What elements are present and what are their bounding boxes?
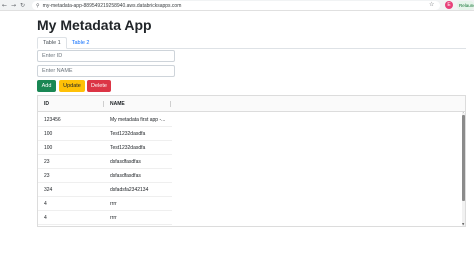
table-row[interactable]: 100 Test1232dasdfa	[38, 127, 172, 141]
cell-id: 23	[44, 173, 50, 179]
cell-name: Test1232dasdfa	[110, 131, 146, 137]
reload-icon[interactable]: ↻	[18, 0, 27, 11]
url-text: my-metadata-app-889549219258940.aws.data…	[42, 2, 182, 9]
cell-name: dsfadsfa2342134	[110, 187, 149, 193]
cell-name: dsfasdfasdfas	[110, 159, 141, 165]
delete-button[interactable]: Delete	[87, 80, 111, 92]
tab-table-2[interactable]: Table 2	[67, 37, 95, 49]
column-header-id[interactable]: ID	[44, 96, 49, 112]
grid-header: ID NAME	[38, 96, 465, 112]
cell-name: rrrr	[110, 201, 117, 207]
bookmark-star-icon[interactable]: ☆	[429, 1, 434, 8]
table-row[interactable]: 4 rrrr	[38, 211, 172, 225]
id-input[interactable]	[37, 50, 175, 62]
cell-name: rrrr	[110, 215, 117, 221]
table-row[interactable]: 324 dsfadsfa2342134	[38, 183, 172, 197]
data-grid: ID NAME 123456 My metadata first app -..…	[37, 95, 466, 227]
column-resize-handle[interactable]	[170, 101, 171, 107]
cell-id: 100	[44, 131, 53, 137]
cell-id: 4	[44, 201, 47, 207]
vertical-scrollbar[interactable]	[462, 113, 465, 226]
tab-bar: Table 1 Table 2	[37, 37, 466, 49]
column-resize-handle[interactable]	[103, 101, 104, 107]
tab-table-1[interactable]: Table 1	[37, 37, 67, 49]
table-row[interactable]: 4 rrrr	[38, 197, 172, 211]
name-input[interactable]	[37, 65, 175, 77]
site-info-icon[interactable]: ⚲	[36, 3, 40, 9]
table-row[interactable]: 23 dsfasdfasdfas	[38, 169, 172, 183]
page-title: My Metadata App	[37, 17, 152, 33]
scrollbar-thumb[interactable]	[462, 115, 465, 201]
scroll-down-arrow-icon[interactable]: ▼	[462, 222, 464, 226]
cell-id: 23	[44, 159, 50, 165]
add-button[interactable]: Add	[37, 80, 56, 92]
table-row[interactable]: 23 dsfasdfasdfas	[38, 155, 172, 169]
cell-name: dsfasdfasdfas	[110, 173, 141, 179]
table-row[interactable]: 100 Test1232dasdfa	[38, 141, 172, 155]
relaunch-button[interactable]: Relaunc	[457, 1, 474, 10]
update-button[interactable]: Update	[59, 80, 85, 92]
cell-id: 324	[44, 187, 53, 193]
cell-name: My metadata first app -...	[110, 117, 166, 123]
cell-id: 4	[44, 215, 47, 221]
address-bar[interactable]: ⚲ my-metadata-app-889549219258940.aws.da…	[32, 1, 440, 10]
cell-id: 100	[44, 145, 53, 151]
back-icon[interactable]: ←	[0, 0, 9, 11]
column-header-name[interactable]: NAME	[110, 96, 125, 112]
browser-toolbar: ← → ↻ ⚲ my-metadata-app-889549219258940.…	[0, 0, 474, 11]
forward-icon[interactable]: →	[9, 0, 18, 11]
table-row[interactable]: 123456 My metadata first app -...	[38, 113, 172, 127]
cell-name: Test1232dasdfa	[110, 145, 146, 151]
profile-avatar[interactable]: E	[445, 1, 453, 9]
cell-id: 123456	[44, 117, 61, 123]
